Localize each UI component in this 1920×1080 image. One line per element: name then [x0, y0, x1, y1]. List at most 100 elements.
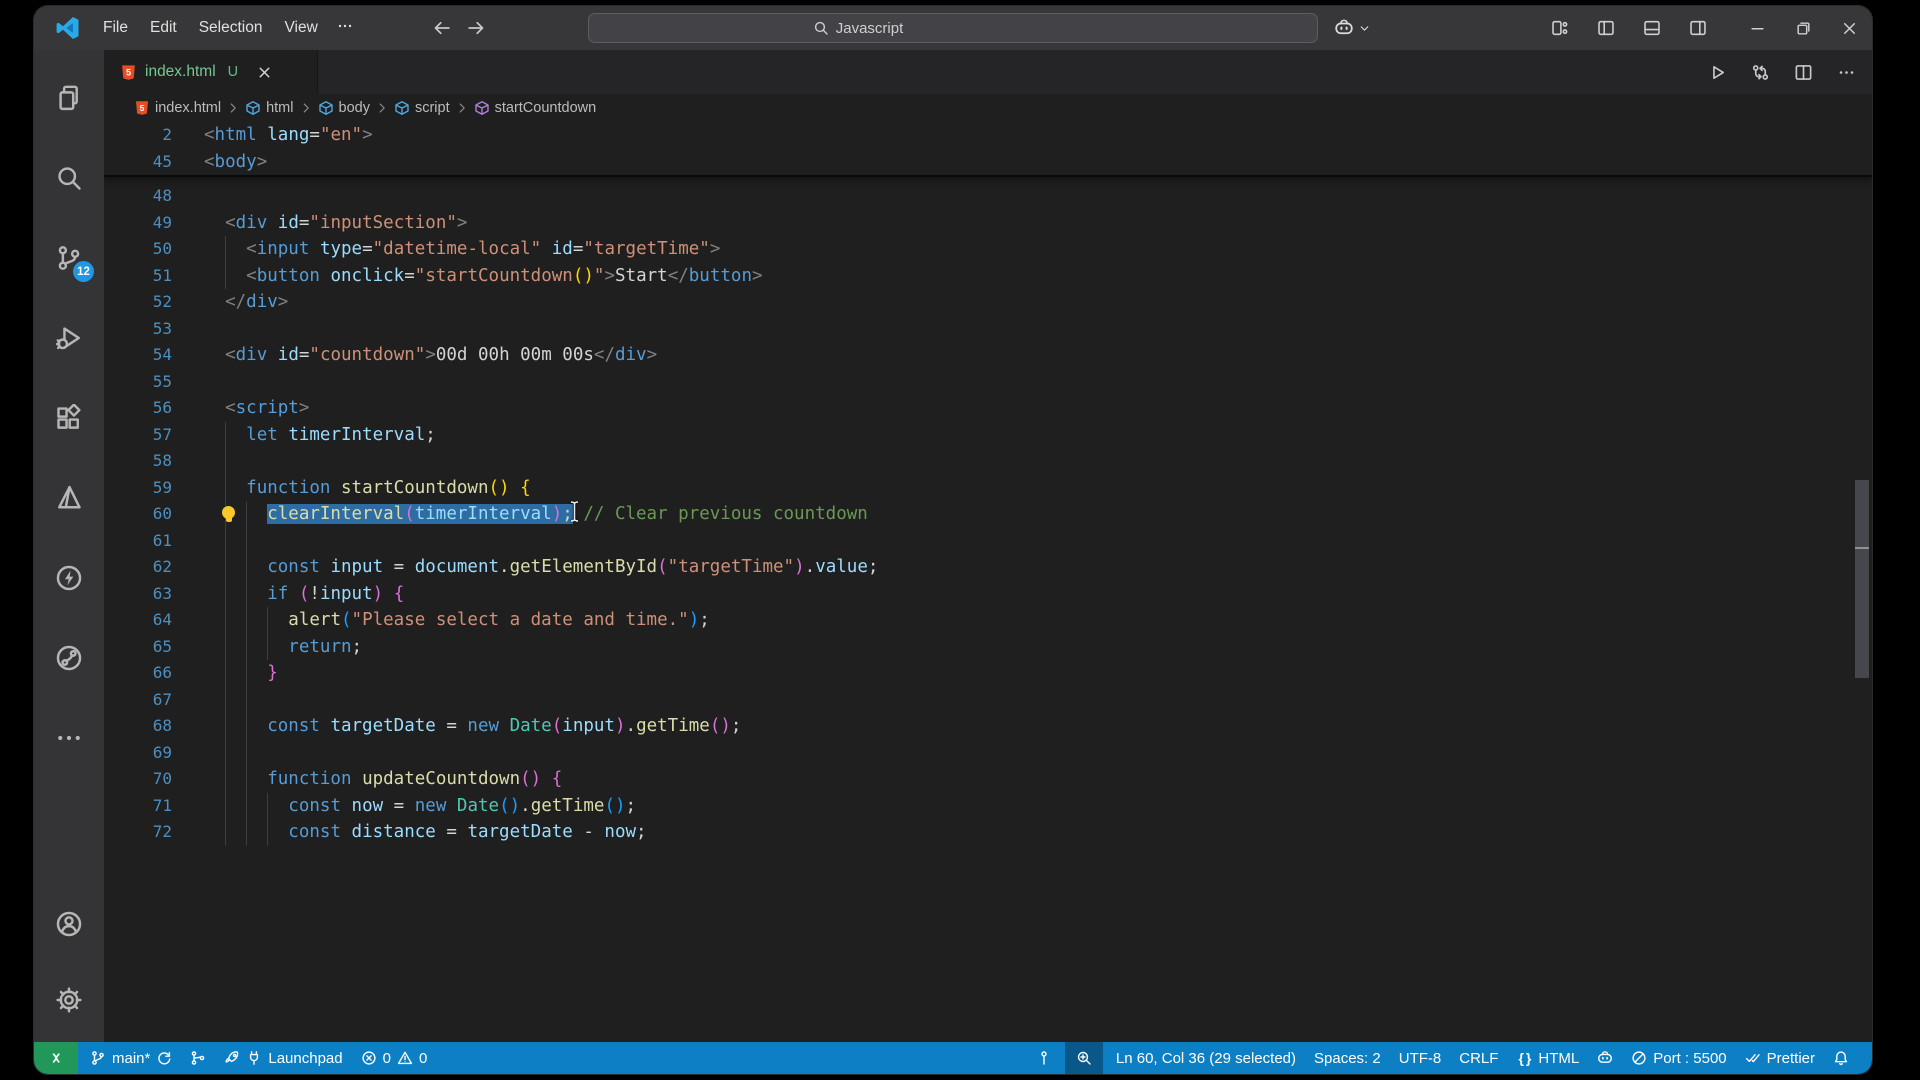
activity-thunder-client[interactable]: [34, 538, 104, 618]
copilot-icon: [1334, 18, 1354, 38]
activity-search[interactable]: [34, 138, 104, 218]
activity-explorer[interactable]: [34, 58, 104, 138]
menu-edit[interactable]: Edit: [139, 14, 188, 42]
problems-status[interactable]: 00: [352, 1042, 437, 1074]
symbol-cube-icon: [318, 100, 334, 116]
breadcrumb-item-startcountdown[interactable]: startCountdown: [474, 100, 597, 116]
line-number: 70: [104, 766, 172, 793]
remote-indicator[interactable]: [34, 1042, 78, 1074]
activity-more-views[interactable]: [34, 698, 104, 778]
panel-right-icon: [1689, 19, 1707, 37]
code-line-54: 54 <div id="countdown">00d 00h 00m 00s</…: [104, 342, 1872, 369]
back-button[interactable]: [432, 18, 452, 38]
search-text: Javascript: [836, 20, 904, 37]
close-button[interactable]: [1826, 6, 1872, 50]
editor-scrollbar[interactable]: [1855, 480, 1869, 678]
line-content: <body>: [204, 149, 267, 176]
line-number: 2: [104, 122, 172, 149]
line-content: const targetDate = new Date(input).getTi…: [204, 713, 741, 740]
breadcrumb-label: index.html: [155, 100, 221, 116]
encoding[interactable]: UTF-8: [1390, 1042, 1451, 1074]
breadcrumb-item-body[interactable]: body: [318, 100, 370, 116]
run-button[interactable]: [1708, 63, 1727, 82]
minimize-button[interactable]: [1734, 6, 1780, 50]
forward-button[interactable]: [466, 18, 486, 38]
indent-guide: [246, 740, 247, 767]
git-graph-status[interactable]: [181, 1042, 215, 1074]
restore-button[interactable]: [1780, 6, 1826, 50]
code-line-48: 48: [104, 183, 1872, 210]
code-line-2: 2<html lang="en">: [104, 122, 1872, 149]
breadcrumb-label: startCountdown: [495, 100, 597, 116]
code-line-62: 62 const input = document.getElementById…: [104, 554, 1872, 581]
command-center-search[interactable]: Javascript: [588, 13, 1318, 43]
customize-layout-button[interactable]: [1542, 19, 1578, 37]
problems-status-label: 0: [383, 1050, 391, 1067]
prettier-status[interactable]: Prettier: [1736, 1042, 1824, 1074]
launchpad-status[interactable]: Launchpad: [215, 1042, 351, 1074]
close-window-icon: [1841, 20, 1858, 37]
menu-more[interactable]: [329, 13, 361, 44]
line-number: 72: [104, 819, 172, 846]
close-tab-icon[interactable]: [256, 64, 273, 81]
activity-run-debug[interactable]: [34, 298, 104, 378]
git-branch-status[interactable]: main*: [81, 1042, 181, 1074]
breadcrumb-item-index.html[interactable]: 5 index.html: [134, 100, 221, 116]
cursor-position[interactable]: Ln 60, Col 36 (29 selected): [1107, 1042, 1305, 1074]
line-number: 60: [104, 501, 172, 528]
html5-icon: 5: [134, 100, 150, 116]
activity-account[interactable]: [34, 886, 104, 962]
zoom-status[interactable]: [1065, 1042, 1103, 1074]
git-graph-icon: [190, 1050, 206, 1066]
copilot-menu[interactable]: [1334, 18, 1371, 38]
vscode-logo: [56, 16, 80, 40]
open-changes-button[interactable]: [1751, 63, 1770, 82]
code-line-55: 55: [104, 369, 1872, 396]
ellipsis-icon: [55, 724, 83, 752]
code-line-53: 53: [104, 316, 1872, 343]
minimize-icon: [1749, 20, 1766, 37]
activity-settings[interactable]: [34, 962, 104, 1038]
debug-icon: [55, 324, 83, 352]
indent-guide: [246, 528, 247, 555]
screencast-status[interactable]: [1027, 1042, 1061, 1074]
code-line-63: 63 if (!input) {: [104, 581, 1872, 608]
tab-index-html[interactable]: 5 index.html U: [104, 50, 318, 94]
more-actions-button[interactable]: [1837, 63, 1856, 82]
activity-source-control[interactable]: 12: [34, 218, 104, 298]
copilot-status[interactable]: [1588, 1042, 1622, 1074]
indent-guide: [225, 687, 226, 714]
indentation[interactable]: Spaces: 2: [1305, 1042, 1390, 1074]
line-content: <button onclick="startCountdown()">Start…: [204, 263, 763, 290]
code-editor[interactable]: 4849 <div id="inputSection">50 <input ty…: [104, 122, 1872, 1042]
code-line-65: 65 return;: [104, 634, 1872, 661]
toggle-secondary-sidebar-button[interactable]: [1680, 19, 1716, 37]
menu-view[interactable]: View: [273, 14, 328, 42]
activity-extensions[interactable]: [34, 378, 104, 458]
toggle-primary-sidebar-button[interactable]: [1588, 19, 1624, 37]
code-line-71: 71 const now = new Date().getTime();: [104, 793, 1872, 820]
eol-selector[interactable]: CRLF: [1450, 1042, 1507, 1074]
breadcrumb-item-script[interactable]: script: [394, 100, 450, 116]
prism-icon: [55, 484, 83, 512]
split-editor-button[interactable]: [1794, 63, 1813, 82]
code-line-45: 45<body>: [104, 149, 1872, 176]
indent-guide: [225, 740, 226, 767]
notifications-bell[interactable]: [1824, 1042, 1858, 1074]
breadcrumb-item-html[interactable]: html: [245, 100, 293, 116]
line-content: alert("Please select a date and time.");: [204, 607, 710, 634]
git-graph-circle-icon: [55, 644, 83, 672]
activity-bar: 12: [34, 50, 104, 1042]
live-server-port[interactable]: Port : 5500: [1622, 1042, 1735, 1074]
activity-prism[interactable]: [34, 458, 104, 538]
toggle-panel-button[interactable]: [1634, 19, 1670, 37]
mouse-text-cursor: [568, 500, 581, 523]
code-line-56: 56 <script>: [104, 395, 1872, 422]
menu-file[interactable]: File: [92, 14, 139, 42]
line-number: 66: [104, 660, 172, 687]
menu-selection[interactable]: Selection: [188, 14, 274, 42]
problems-status-label: 0: [419, 1050, 427, 1067]
line-number: 65: [104, 634, 172, 661]
activity-git-graph[interactable]: [34, 618, 104, 698]
language-mode[interactable]: { }HTML: [1507, 1042, 1588, 1074]
